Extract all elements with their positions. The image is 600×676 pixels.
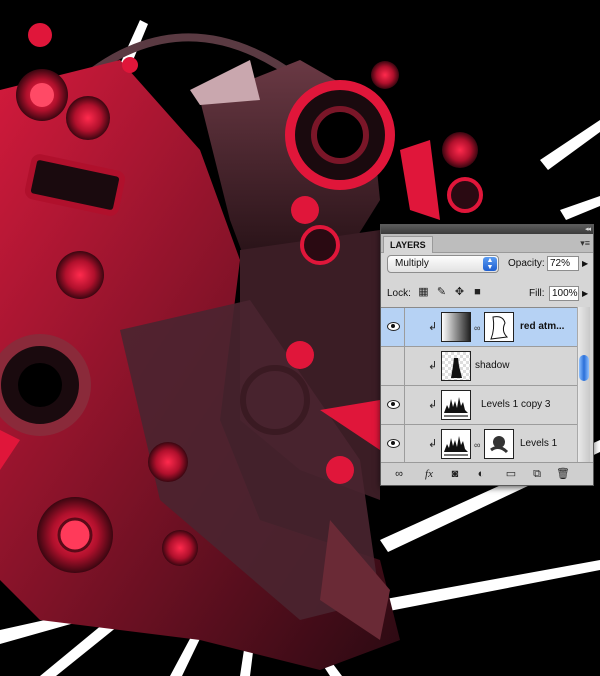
clipping-arrow-icon: ↲ <box>428 399 438 411</box>
opacity-label: Opacity: <box>508 258 545 269</box>
layer-row-red-atm[interactable]: ↲ ∞ red atm... <box>381 308 579 347</box>
visibility-toggle[interactable] <box>381 386 405 424</box>
layer-mask-thumbnail[interactable] <box>484 429 514 459</box>
clipping-arrow-icon: ↲ <box>428 321 438 333</box>
clipping-arrow-icon: ↲ <box>428 438 438 450</box>
levels-adjustment-thumbnail[interactable] <box>441 429 471 459</box>
blend-mode-select[interactable]: Multiply ▲ ▼ <box>387 255 499 273</box>
link-icon[interactable]: ∞ <box>474 323 480 333</box>
select-arrows-icon: ▲ ▼ <box>483 257 497 271</box>
lock-image-icon[interactable]: ✎ <box>435 286 448 299</box>
layer-mask-thumbnail[interactable] <box>484 312 514 342</box>
tab-layers[interactable]: LAYERS <box>383 236 433 253</box>
opacity-input[interactable]: 72% <box>547 256 579 271</box>
layer-thumbnail-shadow[interactable] <box>441 351 471 381</box>
adjustment-layer-icon[interactable]: ◐ <box>473 466 489 482</box>
new-layer-icon[interactable]: ⧉ <box>529 466 545 482</box>
fill-arrow-icon[interactable]: ▶ <box>582 289 588 298</box>
blend-mode-value: Multiply <box>395 258 429 269</box>
visibility-toggle[interactable] <box>381 308 405 346</box>
link-layers-icon[interactable]: ∞ <box>391 466 407 482</box>
layers-panel: ◂◂ LAYERS ▾≡ Multiply ▲ ▼ Opacity: 72% ▶ … <box>380 224 594 486</box>
panel-titlebar[interactable]: ◂◂ <box>381 225 593 234</box>
panel-footer: ∞ fx ◙ ◐ ▭ ⧉ 🗑 <box>381 462 593 485</box>
lock-transparent-icon[interactable]: ▦ <box>417 286 430 299</box>
lock-all-icon[interactable]: ■ <box>471 286 484 299</box>
layer-row-levels-1[interactable]: ↲ ∞ Levels 1 <box>381 425 579 464</box>
fx-icon[interactable]: fx <box>421 466 437 482</box>
link-icon[interactable]: ∞ <box>474 440 480 450</box>
eye-icon <box>387 400 400 409</box>
lock-row: Lock: ▦ ✎ ✥ ■ Fill: 100% ▶ <box>387 285 589 303</box>
fill-label: Fill: <box>529 288 545 299</box>
panel-tab-row: LAYERS ▾≡ <box>381 234 593 253</box>
new-group-icon[interactable]: ▭ <box>503 466 519 482</box>
layer-row-shadow[interactable]: ↲ shadow <box>381 347 579 386</box>
layer-mask-icon[interactable]: ◙ <box>447 466 463 482</box>
blend-row: Multiply ▲ ▼ Opacity: 72% ▶ <box>387 255 589 275</box>
trash-icon[interactable]: 🗑 <box>555 466 571 482</box>
layer-name: red atm... <box>520 321 565 332</box>
clipping-arrow-icon: ↲ <box>428 360 438 372</box>
panel-menu-icon[interactable]: ▾≡ <box>580 238 590 249</box>
eye-icon <box>387 439 400 448</box>
lock-label: Lock: <box>387 288 411 299</box>
layer-name: Levels 1 copy 3 <box>481 399 551 410</box>
lock-position-icon[interactable]: ✥ <box>453 286 466 299</box>
layer-list-scrollbar[interactable] <box>577 307 590 464</box>
fill-input[interactable]: 100% <box>549 286 579 301</box>
visibility-toggle-empty[interactable] <box>381 347 405 385</box>
collapse-icon[interactable]: ◂◂ <box>585 225 591 234</box>
levels-adjustment-thumbnail[interactable] <box>441 390 471 420</box>
layer-thumbnail-gradient[interactable] <box>441 312 471 342</box>
layer-row-levels-copy-3[interactable]: ↲ Levels 1 copy 3 <box>381 386 579 425</box>
opacity-arrow-icon[interactable]: ▶ <box>582 259 588 268</box>
scroll-thumb[interactable] <box>579 355 589 381</box>
eye-icon <box>387 322 400 331</box>
layer-name: Levels 1 <box>520 438 558 449</box>
layer-name: shadow <box>475 360 510 371</box>
visibility-toggle[interactable] <box>381 425 405 463</box>
layer-list: ↲ ∞ red atm... ↲ shadow ↲ Levels 1 copy … <box>381 307 579 465</box>
